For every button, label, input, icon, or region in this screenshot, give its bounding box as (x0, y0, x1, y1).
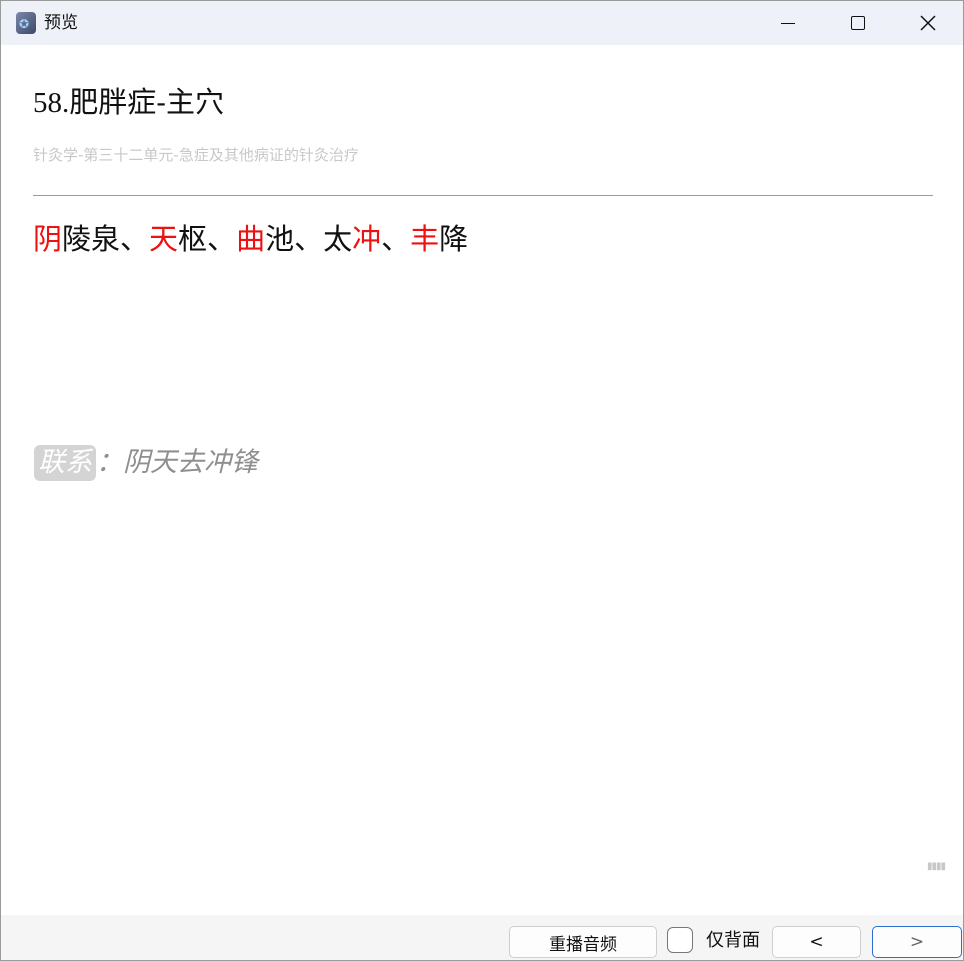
minimize-button[interactable] (753, 1, 823, 45)
replay-audio-button[interactable]: 重播音频 (509, 926, 657, 958)
answer-text: 、 (381, 222, 411, 256)
close-icon (920, 15, 936, 31)
close-button[interactable] (893, 1, 963, 45)
maximize-icon (851, 16, 865, 30)
app-icon: ✪ (16, 12, 36, 34)
answer-text: 陵泉、 (62, 222, 150, 256)
relation-separator: ： (96, 447, 123, 478)
title-bar[interactable]: ✪ 预览 (1, 1, 963, 45)
answer-highlight: 阴 (33, 222, 63, 256)
deck-path: 针灸学-第三十二单元-急症及其他病证的针灸治疗 (33, 146, 359, 164)
relation-text: 阴天去冲锋 (123, 447, 258, 478)
answer-highlight: 冲 (352, 222, 382, 256)
bottom-toolbar: 重播音频 仅背面 < > (1, 915, 963, 960)
answer-highlight: 天 (149, 222, 179, 256)
card-title-text: 肥胖症-主穴 (69, 85, 225, 119)
back-only-checkbox[interactable] (667, 927, 693, 953)
card-title: 58.肥胖症-主穴 (33, 85, 224, 120)
answer-text: 枢、 (178, 222, 237, 256)
card-content: 58.肥胖症-主穴 针灸学-第三十二单元-急症及其他病证的针灸治疗 阴陵泉、天枢… (1, 45, 963, 915)
card-answer: 阴陵泉、天枢、曲池、太冲、丰降 (33, 220, 468, 258)
answer-highlight: 曲 (236, 222, 266, 256)
maximize-button[interactable] (823, 1, 893, 45)
card-number: 58. (33, 87, 70, 119)
mnemonic-line: 联系 ：阴天去冲锋 (34, 445, 258, 481)
back-only-label: 仅背面 (706, 930, 760, 951)
resize-grip-icon[interactable]: ▮▮▮▮ (927, 861, 946, 872)
next-button[interactable]: > (872, 926, 962, 958)
previous-button[interactable]: < (772, 926, 861, 958)
minimize-icon (781, 22, 795, 24)
preview-window: ✪ 预览 58.肥胖症-主穴 针灸学-第三十二单元-急症及其他病证的针灸治疗 阴… (0, 0, 964, 961)
answer-text: 池、太 (265, 222, 353, 256)
divider (33, 195, 933, 196)
answer-highlight: 丰 (410, 222, 440, 256)
relation-label: 联系 (34, 445, 96, 481)
window-title: 预览 (44, 13, 78, 33)
answer-text: 降 (439, 222, 469, 256)
